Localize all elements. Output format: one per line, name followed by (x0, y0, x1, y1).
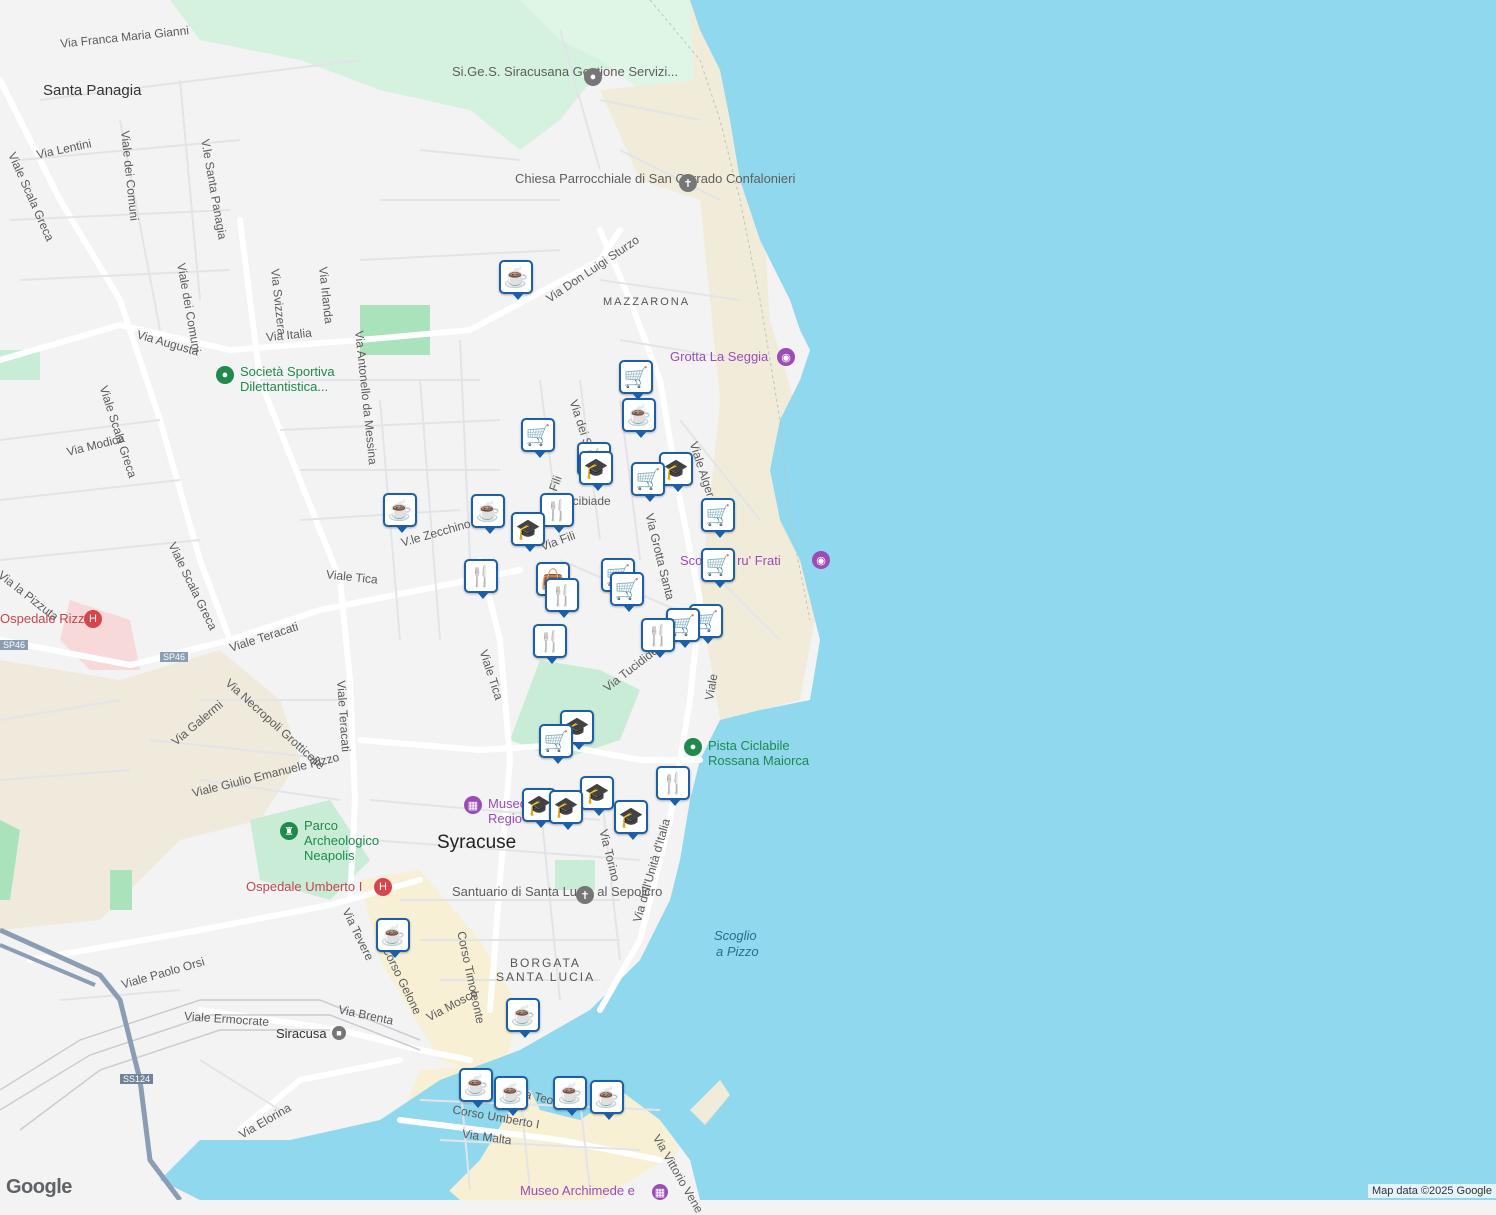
coffee-cup-icon: ☕ (503, 266, 529, 289)
monument-icon[interactable]: ♜ (280, 822, 298, 840)
camera-icon[interactable]: ◉ (812, 551, 830, 569)
restaurant-marker[interactable]: 🍴 (545, 578, 579, 618)
graduation-cap-icon: 🎓 (663, 458, 689, 481)
poi-label[interactable]: Siracusa (276, 1026, 327, 1041)
park-1 (360, 305, 430, 355)
camera-icon[interactable]: ◉ (777, 348, 795, 366)
area-label-santa-panagia: Santa Panagia (43, 82, 142, 99)
district-label-mazzarona: MAZZARONA (603, 296, 691, 308)
restaurant-icon: 🍴 (660, 772, 686, 795)
coffee-cup-icon: ☕ (498, 1082, 524, 1105)
coffee-cup-icon: ☕ (387, 499, 413, 522)
poi-label[interactable]: Si.Ge.S. Siracusana Gestione Servizi... (452, 64, 678, 79)
poi-label[interactable]: Santuario di Santa Lucia al Sepolcro (452, 884, 662, 899)
poi-label[interactable]: Museo Archimede e (520, 1183, 635, 1198)
church-icon[interactable]: ✝ (576, 886, 594, 904)
district-label-borgata: BORGATA (510, 956, 581, 970)
shopping-cart-icon: 🛒 (623, 366, 649, 389)
cafe-marker[interactable]: ☕ (494, 1076, 528, 1116)
cafe-marker[interactable]: ☕ (376, 918, 410, 958)
shop-marker[interactable]: 🛒 (619, 360, 653, 400)
graduation-cap-icon: 🎓 (584, 782, 610, 805)
city-label-syracuse: Syracuse (437, 832, 517, 853)
poi-label[interactable]: Parco Archeologico Neapolis (304, 818, 384, 863)
park-icon[interactable]: ● (216, 366, 234, 384)
place-icon[interactable]: ● (584, 68, 602, 86)
coffee-cup-icon: ☕ (557, 1082, 583, 1105)
shopping-cart-icon: 🛒 (525, 424, 551, 447)
church-icon[interactable]: ✝ (679, 174, 697, 192)
restaurant-marker[interactable]: 🍴 (656, 766, 690, 806)
poi-label[interactable]: Ospedale Rizza (0, 611, 92, 626)
restaurant-icon: 🍴 (468, 565, 494, 588)
coffee-cup-icon: ☕ (475, 500, 501, 523)
coffee-cup-icon: ☕ (626, 404, 652, 427)
shopping-cart-icon: 🛒 (705, 504, 731, 527)
cafe-marker[interactable]: ☕ (553, 1076, 587, 1116)
park-3 (110, 870, 132, 910)
coffee-cup-icon: ☕ (594, 1086, 620, 1109)
shopping-cart-icon: 🛒 (543, 730, 569, 753)
cafe-marker[interactable]: ☕ (471, 494, 505, 534)
shop-marker[interactable]: 🛒 (701, 498, 735, 538)
road-shield: SS124 (120, 1074, 154, 1084)
shop-marker[interactable]: 🛒 (610, 572, 644, 612)
poi-label[interactable]: Grotta La Seggia (670, 349, 768, 364)
map-canvas[interactable]: Santa Panagia Syracuse MAZZARONA BORGATA… (0, 0, 1496, 1215)
shop-marker[interactable]: 🛒 (521, 418, 555, 458)
shopping-cart-icon: 🛒 (614, 578, 640, 601)
restaurant-marker[interactable]: 🍴 (540, 493, 574, 533)
shop-marker[interactable]: 🛒 (701, 548, 735, 588)
coffee-cup-icon: ☕ (380, 924, 406, 947)
graduation-cap-icon: 🎓 (553, 796, 579, 819)
sea-label-a-pizzo: a Pizzo (716, 944, 759, 959)
district-label-santa-lucia: SANTA LUCIA (496, 970, 596, 984)
sea-label-scoglio: Scoglio (714, 928, 757, 943)
coffee-cup-icon: ☕ (510, 1004, 536, 1027)
restaurant-icon: 🍴 (537, 630, 563, 653)
poi-label[interactable]: Società Sportiva Dilettantistica... (240, 364, 350, 394)
road-shield: SP46 (160, 652, 189, 662)
poi-label[interactable]: Ospedale Umberto I (246, 879, 362, 894)
cafe-marker[interactable]: ☕ (506, 998, 540, 1038)
road-shield: SP46 (0, 640, 29, 650)
google-logo: Google (6, 1176, 72, 1198)
graduation-cap-icon: 🎓 (515, 518, 541, 541)
train-icon[interactable]: ■ (332, 1026, 346, 1040)
park-icon[interactable]: ● (684, 738, 702, 756)
cafe-marker[interactable]: ☕ (383, 493, 417, 533)
museum-icon[interactable]: ▦ (652, 1184, 668, 1200)
cafe-marker[interactable]: ☕ (499, 260, 533, 300)
school-marker[interactable]: 🎓 (614, 800, 648, 840)
restaurant-icon: 🍴 (645, 624, 671, 647)
map-copyright[interactable]: Map data ©2025 Google (1367, 1184, 1496, 1198)
graduation-cap-icon: 🎓 (526, 794, 552, 817)
poi-label[interactable]: Chiesa Parrocchiale di San Corrado Confa… (515, 171, 795, 186)
school-marker[interactable]: 🎓 (580, 776, 614, 816)
hospital-icon[interactable]: H (84, 610, 102, 628)
hospital-icon[interactable]: H (374, 878, 392, 896)
shop-marker[interactable]: 🛒 (631, 462, 665, 502)
school-marker[interactable]: 🎓 (511, 512, 545, 552)
restaurant-marker[interactable]: 🍴 (533, 624, 567, 664)
restaurant-icon: 🍴 (544, 499, 570, 522)
cafe-marker[interactable]: ☕ (590, 1080, 624, 1120)
restaurant-icon: 🍴 (549, 584, 575, 607)
coffee-cup-icon: ☕ (463, 1074, 489, 1097)
restaurant-marker[interactable]: 🍴 (464, 559, 498, 599)
restaurant-marker[interactable]: 🍴 (641, 618, 675, 658)
graduation-cap-icon: 🎓 (583, 457, 609, 480)
shopping-cart-icon: 🛒 (635, 468, 661, 491)
shop-marker[interactable]: 🛒 (539, 724, 573, 764)
cafe-marker[interactable]: ☕ (622, 398, 656, 438)
graduation-cap-icon: 🎓 (618, 806, 644, 829)
shopping-cart-icon: 🛒 (705, 554, 731, 577)
school-marker[interactable]: 🎓 (579, 451, 613, 491)
cafe-marker[interactable]: ☕ (459, 1068, 493, 1108)
school-marker[interactable]: 🎓 (549, 790, 583, 830)
museum-icon[interactable]: ▦ (464, 796, 482, 814)
poi-label[interactable]: Pista Ciclabile Rossana Maiorca (708, 738, 828, 768)
